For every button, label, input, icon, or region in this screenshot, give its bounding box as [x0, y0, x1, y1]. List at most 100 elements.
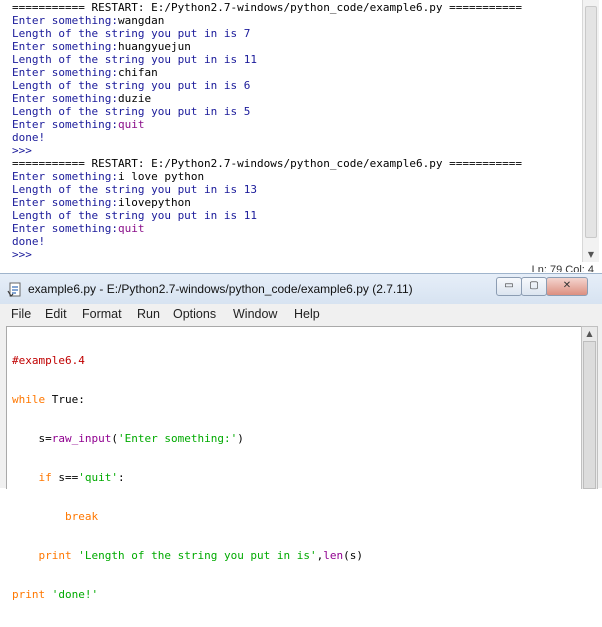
code-line: #example6.4: [12, 354, 363, 367]
shell-line: done!: [12, 131, 580, 144]
shell-line: Enter something:quit: [12, 118, 580, 131]
code-line: print 'done!': [12, 588, 363, 601]
editor-scroll-thumb[interactable]: [583, 341, 596, 489]
shell-user-input: wangdan: [117, 14, 165, 27]
shell-line: Enter something:ilovepython: [12, 196, 580, 209]
shell-user-input: ilovepython: [117, 196, 191, 209]
shell-output-line: Length of the string you put in is 13: [12, 183, 258, 196]
code-text-segment: s==: [51, 471, 79, 484]
shell-output-line: Length of the string you put in is 7: [12, 27, 251, 40]
editor-window: example6.py - E:/Python2.7-windows/pytho…: [0, 273, 602, 601]
shell-line: Length of the string you put in is 13: [12, 183, 580, 196]
shell-user-input: chifan: [117, 66, 158, 79]
shell-line: Length of the string you put in is 11: [12, 53, 580, 66]
shell-output-line: Length of the string you put in is 5: [12, 105, 251, 118]
shell-restart-banner: =========== RESTART: E:/Python2.7-window…: [12, 1, 522, 14]
minimize-button[interactable]: ▭: [496, 277, 522, 296]
editor-menubar: File Edit Format Run Options Window Help: [3, 305, 593, 325]
code-text-segment: [12, 471, 39, 484]
code-comment: #example6.4: [12, 354, 85, 367]
shell-scroll-thumb[interactable]: [585, 6, 597, 238]
shell-line: Enter something:quit: [12, 222, 580, 235]
code-line: if s=='quit':: [12, 471, 363, 484]
shell-prompt: Enter something:: [12, 222, 118, 235]
arrow-up-icon[interactable]: ▲: [583, 328, 596, 340]
shell-output-line: Length of the string you put in is 6: [12, 79, 251, 92]
code-text-segment: (s): [343, 549, 364, 562]
shell-line: Length of the string you put in is 5: [12, 105, 580, 118]
shell-user-input: quit: [117, 118, 145, 131]
shell-output-line: >>>: [12, 248, 39, 261]
menu-window[interactable]: Window: [233, 307, 277, 321]
shell-user-input: duzie: [117, 92, 152, 105]
code-text-segment: ,: [316, 549, 324, 562]
shell-output-line: done!: [12, 131, 46, 144]
menu-format[interactable]: Format: [82, 307, 122, 321]
code-line: print 'Length of the string you put in i…: [12, 549, 364, 562]
shell-line: >>>: [12, 144, 580, 157]
shell-output[interactable]: =========== RESTART: E:/Python2.7-window…: [12, 1, 580, 264]
shell-output-line: done!: [12, 235, 46, 248]
shell-user-input: i love python: [117, 170, 205, 183]
shell-prompt: Enter something:: [12, 14, 118, 27]
shell-prompt: Enter something:: [12, 196, 118, 209]
menu-edit[interactable]: Edit: [45, 307, 67, 321]
code-keyword: break: [64, 510, 99, 523]
shell-line: Enter something:wangdan: [12, 14, 580, 27]
editor-titlebar[interactable]: example6.py - E:/Python2.7-windows/pytho…: [0, 274, 602, 304]
code-keyword: print: [38, 549, 72, 562]
code-text-segment: [45, 588, 52, 601]
code-text-segment: [12, 549, 39, 562]
shell-line: Enter something:huangyuejun: [12, 40, 580, 53]
shell-line: Enter something:i love python: [12, 170, 580, 183]
shell-output-line: Length of the string you put in is 11: [12, 53, 258, 66]
code-string: 'quit': [78, 471, 118, 484]
code-text-segment: [72, 549, 79, 562]
maximize-button[interactable]: ▢: [521, 277, 547, 296]
code-text-segment: True:: [45, 393, 85, 406]
shell-line: Enter something:duzie: [12, 92, 580, 105]
shell-prompt: Enter something:: [12, 92, 118, 105]
shell-prompt: Enter something:: [12, 40, 118, 53]
arrow-down-icon[interactable]: ▼: [585, 249, 597, 261]
code-text-segment: :: [118, 471, 125, 484]
code-text-segment: (: [111, 432, 118, 445]
code-builtin: len: [323, 549, 344, 562]
code-string: 'Enter something:': [117, 432, 238, 445]
shell-line: Enter something:chifan: [12, 66, 580, 79]
shell-user-input: quit: [117, 222, 145, 235]
code-text-segment: [12, 510, 65, 523]
code-string: 'done!': [51, 588, 99, 601]
code-text-segment: s=: [12, 432, 52, 445]
shell-output-line: >>>: [12, 144, 39, 157]
menu-help[interactable]: Help: [294, 307, 320, 321]
code-text-segment: ): [237, 432, 244, 445]
code-line: while True:: [12, 393, 363, 406]
shell-prompt: Enter something:: [12, 118, 118, 131]
code-line: break: [12, 510, 363, 523]
python-file-icon: [7, 282, 21, 297]
code-editor[interactable]: #example6.4 while True: s=raw_input('Ent…: [6, 326, 582, 601]
menu-options[interactable]: Options: [173, 307, 216, 321]
code-builtin: raw_input: [51, 432, 112, 445]
shell-line: Length of the string you put in is 7: [12, 27, 580, 40]
shell-prompt: Enter something:: [12, 66, 118, 79]
shell-user-input: huangyuejun: [117, 40, 191, 53]
code-keyword: while: [12, 393, 46, 406]
shell-output-line: Length of the string you put in is 11: [12, 209, 258, 222]
code-keyword: print: [12, 588, 46, 601]
shell-line: =========== RESTART: E:/Python2.7-window…: [12, 157, 580, 170]
code-text[interactable]: #example6.4 while True: s=raw_input('Ent…: [12, 328, 363, 627]
shell-line: =========== RESTART: E:/Python2.7-window…: [12, 1, 580, 14]
menu-file[interactable]: File: [11, 307, 31, 321]
menu-run[interactable]: Run: [137, 307, 160, 321]
shell-line: Length of the string you put in is 6: [12, 79, 580, 92]
editor-vertical-scrollbar[interactable]: ▲: [581, 326, 598, 489]
code-string: 'Length of the string you put in is': [78, 549, 317, 562]
shell-line: done!: [12, 235, 580, 248]
python-shell-window: =========== RESTART: E:/Python2.7-window…: [0, 0, 602, 272]
shell-vertical-scrollbar[interactable]: ▼: [582, 0, 599, 262]
close-button[interactable]: ✕: [546, 277, 588, 296]
code-keyword: if: [38, 471, 52, 484]
editor-window-title: example6.py - E:/Python2.7-windows/pytho…: [28, 282, 413, 296]
